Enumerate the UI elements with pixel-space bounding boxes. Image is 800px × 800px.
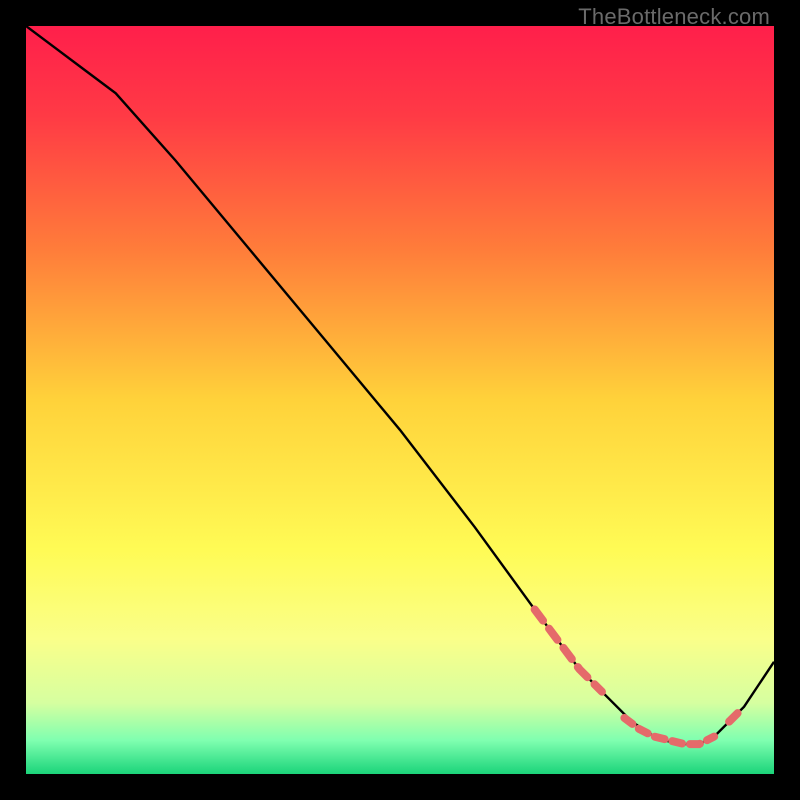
gradient-background bbox=[26, 26, 774, 774]
watermark-text: TheBottleneck.com bbox=[578, 4, 770, 30]
chart-frame bbox=[26, 26, 774, 774]
chart-plot bbox=[26, 26, 774, 774]
